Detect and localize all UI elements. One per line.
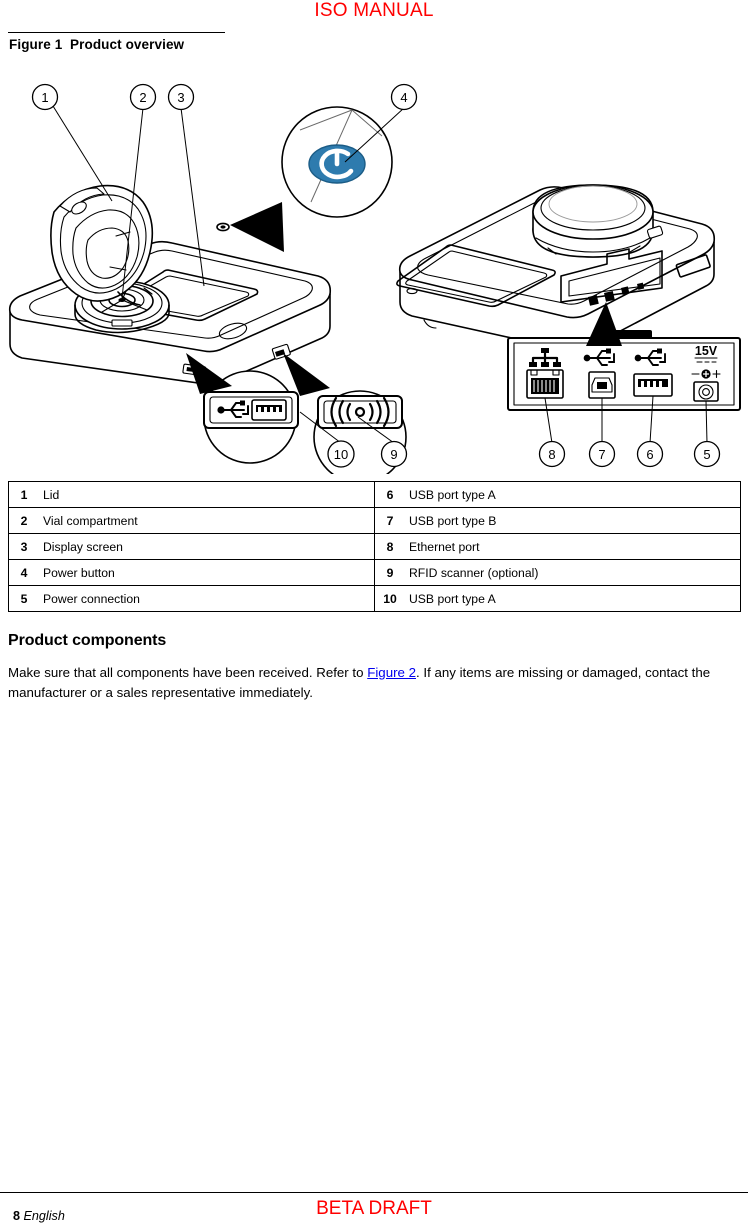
callout-number: 6: [646, 447, 653, 462]
callout-number: 1: [41, 90, 48, 105]
legend-label: Ethernet port: [403, 533, 741, 560]
section-paragraph: Make sure that all components have been …: [8, 663, 720, 702]
callout-bubble-10: 10: [327, 440, 355, 468]
callout-bubble-6: 6: [636, 440, 664, 468]
table-row: 5 Power connection 10 USB port type A: [8, 585, 741, 612]
legend-label: USB port type B: [403, 507, 741, 534]
callout-number: 7: [598, 447, 605, 462]
power-rating-label: 15V: [695, 344, 718, 358]
legend-number: 10: [374, 585, 403, 612]
figure-legend-table: 1 Lid 6 USB port type A 2 Vial compartme…: [8, 481, 741, 612]
legend-number: 3: [8, 533, 37, 560]
paragraph-text-before-xref: Make sure that all components have been …: [8, 665, 368, 680]
table-row: 4 Power button 9 RFID scanner (optional): [8, 559, 741, 586]
legend-label: RFID scanner (optional): [403, 559, 741, 586]
callout-bubble-5: 5: [693, 440, 721, 468]
legend-number: 5: [8, 585, 37, 612]
callout-number: 4: [400, 90, 407, 105]
table-row: 2 Vial compartment 7 USB port type B: [8, 507, 741, 534]
legend-number: 2: [8, 507, 37, 534]
callout-bubble-7: 7: [588, 440, 616, 468]
callout-number: 5: [703, 447, 710, 462]
legend-number: 9: [374, 559, 403, 586]
legend-number: 6: [374, 481, 403, 508]
table-row: 1 Lid 6 USB port type A: [8, 481, 741, 508]
legend-label: USB port type A: [403, 585, 741, 612]
running-header-title: ISO MANUAL: [314, 0, 434, 21]
callout-number: 2: [139, 90, 146, 105]
callout-number: 9: [390, 447, 397, 462]
legend-label: Lid: [37, 481, 375, 508]
legend-label: Power connection: [37, 585, 375, 612]
legend-label: Display screen: [37, 533, 375, 560]
legend-number: 4: [8, 559, 37, 586]
callout-number: 8: [548, 447, 555, 462]
rear-port-recess: [560, 248, 663, 306]
legend-number: 1: [8, 481, 37, 508]
legend-number: 8: [374, 533, 403, 560]
detail-side-usb-port: [186, 353, 299, 464]
figure-2-cross-reference-link[interactable]: Figure 2: [367, 665, 416, 680]
detail-power-button: [230, 106, 393, 252]
legend-label: Vial compartment: [37, 507, 375, 534]
callout-bubble-2: 2: [129, 83, 157, 111]
section-heading: Product components: [8, 632, 167, 649]
callout-bubble-9: 9: [380, 440, 408, 468]
callout-bubble-8: 8: [538, 440, 566, 468]
callout-bubble-4: 4: [390, 83, 418, 111]
instrument-rear-view: [396, 184, 716, 352]
draft-watermark: BETA DRAFT: [316, 1198, 432, 1219]
callout-number: 3: [177, 90, 184, 105]
callout-number: 10: [334, 447, 348, 462]
callout-bubble-1: 1: [31, 83, 59, 111]
lid-closed: [532, 184, 664, 258]
detail-rear-panel: 15V: [507, 302, 741, 411]
callout-bubble-3: 3: [167, 83, 195, 111]
figure-caption: Figure 1 Product overview: [9, 37, 185, 52]
legend-label: USB port type A: [403, 481, 741, 508]
figure-caption-rule: [8, 32, 225, 33]
legend-label: Power button: [37, 559, 375, 586]
footer-rule: [0, 1192, 748, 1193]
power-button-on-device: [216, 222, 230, 232]
product-overview-figure: .ln { fill:none; stroke:#000; stroke-wid…: [0, 62, 748, 474]
legend-number: 7: [374, 507, 403, 534]
table-row: 3 Display screen 8 Ethernet port: [8, 533, 741, 560]
